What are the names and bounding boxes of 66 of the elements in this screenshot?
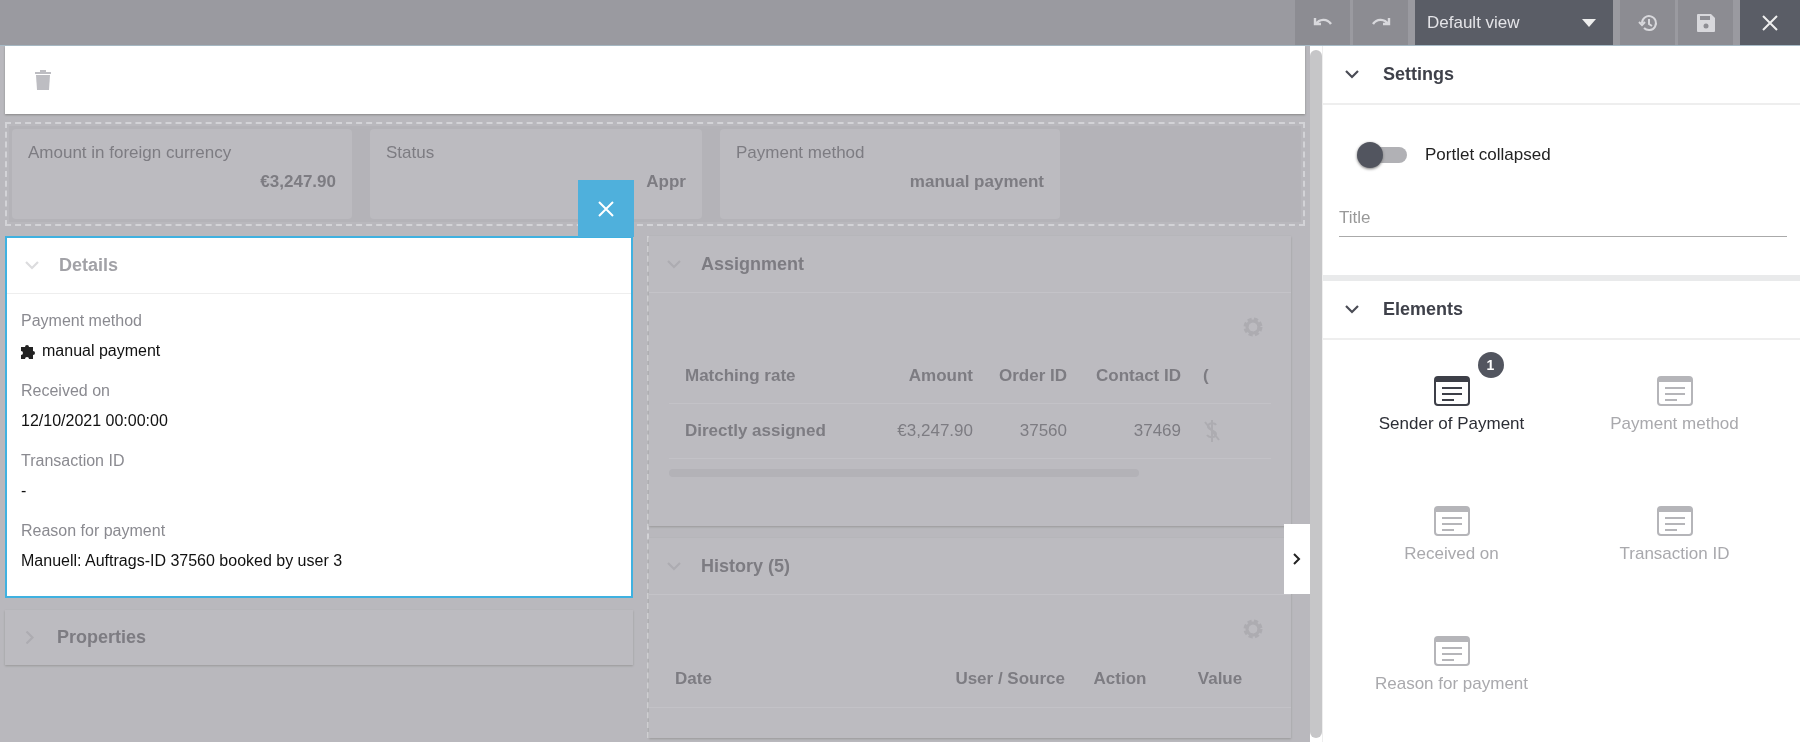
panel-title: Elements (1383, 299, 1464, 320)
field-value: manual payment (42, 342, 161, 360)
properties-panel[interactable]: Properties (5, 610, 633, 665)
card-icon (1433, 636, 1470, 666)
field-value: Manuell: Auftrags-ID 37560 booked by user 3 (21, 552, 343, 570)
close-button[interactable] (1740, 0, 1800, 45)
column-header: Contact ID (1095, 366, 1181, 386)
panel-title: Settings (1383, 64, 1454, 85)
column-header: Amount (907, 366, 973, 386)
column-header: ( (1203, 366, 1210, 386)
field-label: Received on (21, 382, 111, 400)
panel-title: Assignment (701, 253, 805, 275)
element-item[interactable]: Payment method (1563, 348, 1786, 434)
panel-title: Properties (57, 627, 147, 648)
element-item[interactable]: Reason for payment (1340, 608, 1563, 694)
column-header: Value (1196, 669, 1244, 689)
field-value: - (21, 482, 27, 500)
card-icon (1433, 376, 1470, 406)
card-icon (1433, 506, 1470, 536)
field-value: 12/10/2021 00:00:00 (21, 412, 168, 430)
view-select[interactable]: Default view (1415, 0, 1613, 45)
close-button[interactable] (578, 180, 634, 237)
field-label: Payment method (21, 312, 143, 330)
column-header: User / Source (954, 669, 1065, 689)
tile-label: Status (386, 143, 436, 163)
field-label: Reason for payment (21, 522, 167, 540)
redo-button[interactable] (1353, 0, 1408, 45)
table-cell-text: 37560 (1018, 421, 1067, 441)
close-icon (1762, 14, 1778, 31)
panel-title: Details (59, 255, 119, 276)
expand-tab[interactable] (1284, 524, 1310, 594)
toggle-switch[interactable] (1357, 143, 1407, 167)
table-cell-text: €3,247.90 (896, 421, 973, 441)
chevron-icon (1293, 553, 1301, 565)
puzzle-icon (21, 343, 36, 359)
column-header: Action (1092, 669, 1148, 689)
tile-label: Amount in foreign currency (28, 143, 233, 163)
element-item[interactable]: Transaction ID (1563, 478, 1786, 564)
count-badge: 1 (1477, 352, 1504, 378)
trash-icon[interactable] (35, 70, 51, 90)
caret-icon (1582, 18, 1596, 27)
column-header: Matching rate (685, 366, 797, 386)
table-cell-text: 37469 (1132, 421, 1181, 441)
close-icon (598, 200, 614, 217)
save-icon (1696, 13, 1715, 32)
tile-value: Appr (645, 172, 686, 192)
chevron-icon[interactable] (1345, 305, 1359, 314)
chevron-icon[interactable] (1345, 70, 1359, 79)
toggle-label: Portlet collapsed (1425, 145, 1551, 165)
tile-value: €3,247.90 (259, 172, 336, 192)
tile-label: Payment method (736, 143, 866, 163)
card-icon (1656, 376, 1693, 406)
save-button[interactable] (1678, 0, 1733, 45)
column-header: Order ID (997, 366, 1067, 386)
table-cell-text: Directly assigned (685, 421, 827, 441)
undo-button[interactable] (1295, 0, 1350, 45)
field-label: Transaction ID (21, 452, 126, 470)
history-icon (1637, 12, 1658, 33)
element-item[interactable]: Received on (1340, 478, 1563, 564)
card-icon (1656, 506, 1693, 536)
tile-value: manual payment (908, 172, 1044, 192)
scrollbar[interactable] (1310, 50, 1322, 738)
column-header: Date (675, 669, 713, 689)
history-button[interactable] (1620, 0, 1675, 45)
panel-title: History (5) (701, 555, 790, 577)
element-item[interactable]: 1 Sender of Payment (1340, 348, 1563, 434)
